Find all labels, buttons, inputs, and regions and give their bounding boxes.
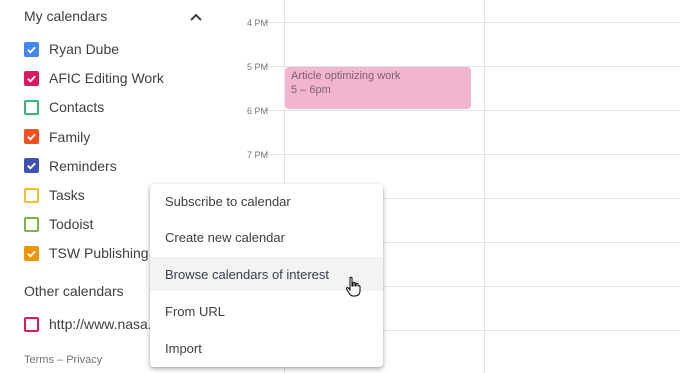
terms-link[interactable]: Terms [24, 354, 54, 366]
my-calendar-item[interactable]: Contacts [24, 97, 104, 117]
checkbox-unchecked-icon[interactable] [24, 99, 39, 115]
event-title: Article optimizing work [291, 70, 401, 82]
my-calendar-label: Reminders [49, 157, 117, 174]
my-calendar-label: Todoist [49, 216, 94, 233]
my-calendar-item[interactable]: TSW Publishing S [24, 243, 162, 263]
checkbox-checked-icon[interactable] [24, 158, 39, 174]
checkbox-checked-icon[interactable] [24, 245, 39, 261]
hour-line [263, 154, 680, 155]
other-calendar-label: http://www.nasa.g [49, 316, 160, 332]
my-calendar-item[interactable]: Tasks [24, 185, 85, 205]
menu-item-import[interactable]: Import [150, 331, 383, 365]
checkbox-unchecked-icon[interactable] [24, 316, 39, 332]
calendar-event[interactable]: Article optimizing work 5 – 6pm [285, 67, 471, 109]
my-calendar-label: Ryan Dube [49, 41, 120, 57]
menu-item-browse-interest[interactable]: Browse calendars of interest [150, 257, 383, 291]
my-calendar-item[interactable]: Family [24, 127, 90, 147]
my-calendar-label: Contacts [49, 99, 105, 116]
calendar-app: My calendars Ryan Dube AFIC Editing Work C… [0, 0, 680, 373]
time-label-7pm: 7 PM [247, 150, 269, 160]
footer-separator: – [57, 354, 64, 366]
grid-divider [484, 0, 485, 373]
my-calendar-item[interactable]: AFIC Editing Work [24, 68, 164, 88]
my-calendar-label: Tasks [49, 187, 85, 203]
footer-links: Terms – Privacy [24, 354, 102, 366]
my-calendar-label: TSW Publishing S [49, 245, 162, 262]
menu-item-create-new[interactable]: Create new calendar [150, 220, 383, 254]
my-calendar-label: AFIC Editing Work [49, 70, 164, 87]
menu-item-subscribe[interactable]: Subscribe to calendar [150, 184, 383, 218]
hour-line [263, 22, 680, 23]
other-calendars-header[interactable]: Other calendars [24, 283, 124, 299]
event-time: 5 – 6pm [291, 84, 331, 96]
menu-item-from-url[interactable]: From URL [150, 294, 383, 328]
hour-line [263, 110, 680, 111]
checkbox-checked-icon[interactable] [24, 70, 39, 86]
my-calendar-item[interactable]: Reminders [24, 156, 117, 176]
checkbox-checked-icon[interactable] [24, 129, 39, 145]
my-calendars-header[interactable]: My calendars [24, 8, 107, 24]
checkbox-checked-icon[interactable] [24, 41, 39, 57]
time-label-4pm: 4 PM [247, 18, 269, 28]
other-calendar-item[interactable]: http://www.nasa.g [24, 314, 160, 334]
checkbox-unchecked-icon[interactable] [24, 216, 39, 232]
my-calendar-label: Family [49, 128, 91, 145]
chevron-up-icon[interactable] [188, 10, 204, 22]
add-calendar-menu: Subscribe to calendar Create new calenda… [150, 184, 383, 367]
privacy-link[interactable]: Privacy [66, 354, 102, 366]
my-calendar-item[interactable]: Todoist [24, 214, 93, 234]
my-calendar-item[interactable]: Ryan Dube [24, 39, 119, 59]
time-label-5pm: 5 PM [247, 62, 269, 72]
checkbox-unchecked-icon[interactable] [24, 187, 39, 203]
time-label-6pm: 6 PM [247, 106, 269, 116]
